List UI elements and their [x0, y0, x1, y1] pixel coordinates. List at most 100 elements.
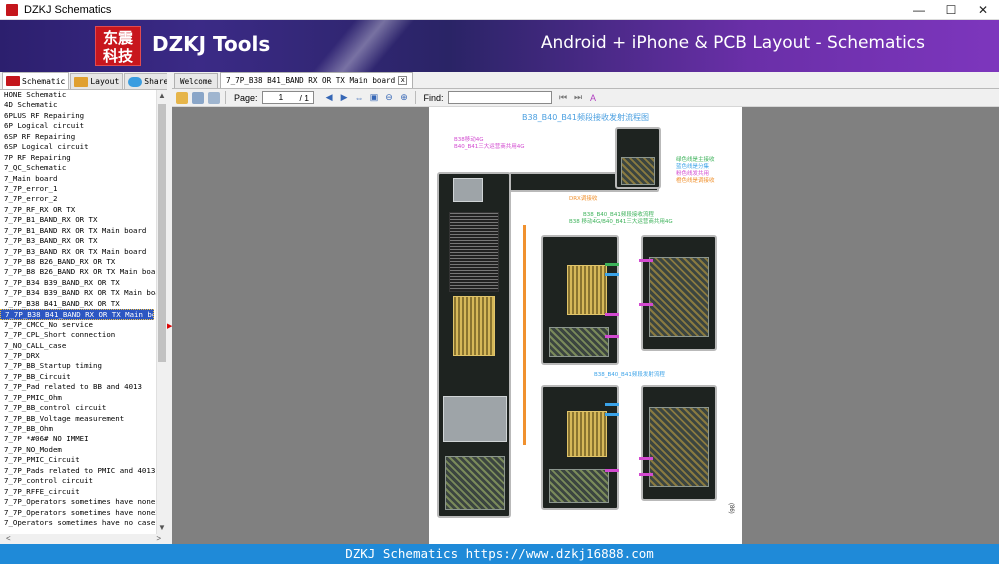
find-previous-icon[interactable]: ⏮ [558, 92, 569, 103]
tree-item[interactable]: 7_7P_control circuit [0, 476, 156, 486]
tx-board-main [541, 385, 619, 510]
zoom-out-icon[interactable]: ⊖ [384, 92, 395, 103]
tree-item[interactable]: 7_7P_B3_BAND_RX OR TX [0, 236, 156, 246]
print-icon[interactable] [208, 91, 220, 104]
left-panel-tabs: Schematic Layout Share [0, 72, 173, 90]
fit-page-icon[interactable]: ▣ [369, 92, 380, 103]
tree-item[interactable]: 7_Main board [0, 174, 156, 184]
tree-item[interactable]: 7_7P_B1_BAND_RX OR TX [0, 215, 156, 225]
next-page-icon[interactable]: ▶ [339, 92, 350, 103]
tree-item[interactable]: 7_7P_BB_Voltage measurement [0, 414, 156, 424]
tab-share[interactable]: Share [124, 73, 173, 89]
rx-marker [605, 313, 619, 316]
board-chip [567, 411, 607, 457]
document-viewer[interactable]: B38_B40_B41频段接收发射流程图 B38移动4G B40_B41三大运营… [172, 107, 999, 544]
tree-item[interactable]: 6SP Logical circuit [0, 142, 156, 152]
tree-item[interactable]: 6P Logical circuit [0, 121, 156, 131]
tree-item[interactable]: 7_7P_Pads related to PMIC and 4013 [0, 466, 156, 476]
board-chip [621, 157, 655, 185]
tx-marker [639, 473, 653, 476]
header-banner: 东震 科技 DZKJ Tools Android + iPhone & PCB … [0, 20, 999, 72]
tree-item[interactable]: 7_QC_Schematic [0, 163, 156, 173]
tab-layout[interactable]: Layout [70, 73, 124, 89]
brand-name: DZKJ Tools [152, 32, 271, 56]
tree-item[interactable]: 4D Schematic [0, 100, 156, 110]
board-chip [549, 469, 609, 503]
toolbar-separator [414, 91, 416, 104]
tree-item[interactable]: 7_7P_Pad related to BB and 4013 [0, 382, 156, 392]
tx-marker [605, 403, 619, 406]
tab-current-document-label: 7_7P_B38 B41_BAND RX OR TX Main board [226, 76, 396, 85]
scroll-thumb[interactable] [158, 104, 166, 362]
fit-width-icon[interactable]: ⇔ [354, 92, 365, 103]
tree-item[interactable]: 7_7P_Operators sometimes have none2 [0, 508, 156, 518]
network-note: B38移动4G B40_B41三大运营商共用4G [454, 137, 525, 151]
tree-item[interactable]: 7_7P_B34 B39_BAND RX OR TX Main board [0, 288, 156, 298]
share-icon [128, 76, 143, 87]
tree-item[interactable]: 7_7P_B38 B41_BAND_RX OR TX [0, 299, 156, 309]
tree-item[interactable]: 7_7P_B1_BAND RX OR TX Main board [0, 226, 156, 236]
tree-horizontal-scrollbar[interactable]: < > [0, 534, 167, 544]
tree-item[interactable]: 7_7P_BB_Circuit [0, 372, 156, 382]
board-chip [649, 257, 709, 337]
rx-flow-title: B38_B40_B41频段接收流程 B38 移动4G/B40_B41三大运营商共… [569, 212, 673, 226]
rx-marker [605, 273, 619, 276]
open-icon[interactable] [176, 91, 188, 104]
highlight-icon[interactable]: A [588, 92, 599, 103]
tree-item[interactable]: 7_Operators sometimes have no case [0, 518, 156, 528]
tree-item[interactable]: 7_7P_B8 B26_BAND_RX OR TX [0, 257, 156, 267]
find-next-icon[interactable]: ⏭ [573, 92, 584, 103]
tree-item[interactable]: 7_7P_DRX [0, 351, 156, 361]
tx-marker [605, 413, 619, 416]
scroll-up-icon[interactable]: ▲ [157, 90, 167, 102]
tree-item[interactable]: 7_7P_BB_Ohm [0, 424, 156, 434]
tree-item[interactable]: 6SP RF Repairing [0, 132, 156, 142]
toolbar-separator [225, 91, 226, 104]
tree-item[interactable]: 7_7P_PMIC_Circuit [0, 455, 156, 465]
tree-item[interactable]: 7_7P_RFFE_circuit [0, 487, 156, 497]
page-number: (86) [728, 503, 734, 514]
rx-flow-title-line-2: B38 移动4G/B40_B41三大运营商共用4G [569, 219, 673, 225]
minimize-button[interactable]: — [903, 0, 935, 20]
save-icon[interactable] [192, 91, 204, 104]
title-bar: DZKJ Schematics — ☐ ✕ [0, 0, 999, 20]
document-title: B38_B40_B41频段接收发射流程图 [521, 113, 649, 122]
tree-item[interactable]: 7_NO_CALL_case [0, 341, 156, 351]
board-chip [443, 396, 507, 442]
tree-item[interactable]: 7_7P_PMIC_Ohm [0, 393, 156, 403]
tab-current-document[interactable]: 7_7P_B38 B41_BAND RX OR TX Main board x [220, 72, 414, 88]
schematic-tree[interactable]: HONE Schematic 4D Schematic 6PLUS RF Repai… [0, 90, 156, 534]
maximize-button[interactable]: ☐ [935, 0, 967, 20]
tree-item[interactable]: 7_7P *#06# NO IMMEI [0, 434, 156, 444]
find-input[interactable] [447, 91, 552, 104]
tree-vertical-scrollbar[interactable]: ▲ ▼ [156, 90, 167, 534]
tab-close-icon[interactable]: x [398, 76, 408, 85]
tree-item[interactable]: 7P RF Repairing [0, 153, 156, 163]
tree-item[interactable]: 7_7P_B8 B26_BAND RX OR TX Main board [0, 267, 156, 277]
tree-item[interactable]: 7_7P_B34 B39_BAND_RX OR TX [0, 278, 156, 288]
tree-item[interactable]: 7_7P_RF_RX OR TX [0, 205, 156, 215]
tree-item[interactable]: 7_7P_NO_Modem [0, 445, 156, 455]
zoom-in-icon[interactable]: ⊕ [399, 92, 410, 103]
scroll-right-icon[interactable]: > [156, 534, 161, 544]
tree-item[interactable]: 7_7P_BB_control circuit [0, 403, 156, 413]
tree-item[interactable]: 7_7P_BB_Startup timing [0, 361, 156, 371]
tree-item[interactable]: 7_7P_CMCC_No service [0, 320, 156, 330]
tree-item[interactable]: 7_7P_error_1 [0, 184, 156, 194]
tree-item[interactable]: 7_7P_CPL_Short connection [0, 330, 156, 340]
scroll-down-icon[interactable]: ▼ [157, 522, 167, 534]
board-chip [449, 212, 499, 292]
scroll-left-icon[interactable]: < [6, 534, 11, 544]
tree-item[interactable]: 7_7P_Operators sometimes have none1 [0, 497, 156, 507]
tree-item[interactable]: 6PLUS RF Repairing [0, 111, 156, 121]
tree-item[interactable]: 7_7P_error_2 [0, 194, 156, 204]
banner-slogan: Android + iPhone & PCB Layout - Schemati… [540, 33, 925, 53]
prev-page-icon[interactable]: ◀ [324, 92, 335, 103]
tab-welcome[interactable]: Welcome [174, 73, 219, 88]
board-chip [549, 327, 609, 357]
tab-schematic[interactable]: Schematic [2, 72, 70, 89]
tree-item[interactable]: 7_7P_B3_BAND RX OR TX Main board [0, 247, 156, 257]
tree-item-selected[interactable]: 7_7P_B38 B41_BAND RX OR TX Main board [0, 309, 154, 320]
close-button[interactable]: ✕ [967, 0, 999, 20]
tree-item[interactable]: HONE Schematic [0, 90, 156, 100]
